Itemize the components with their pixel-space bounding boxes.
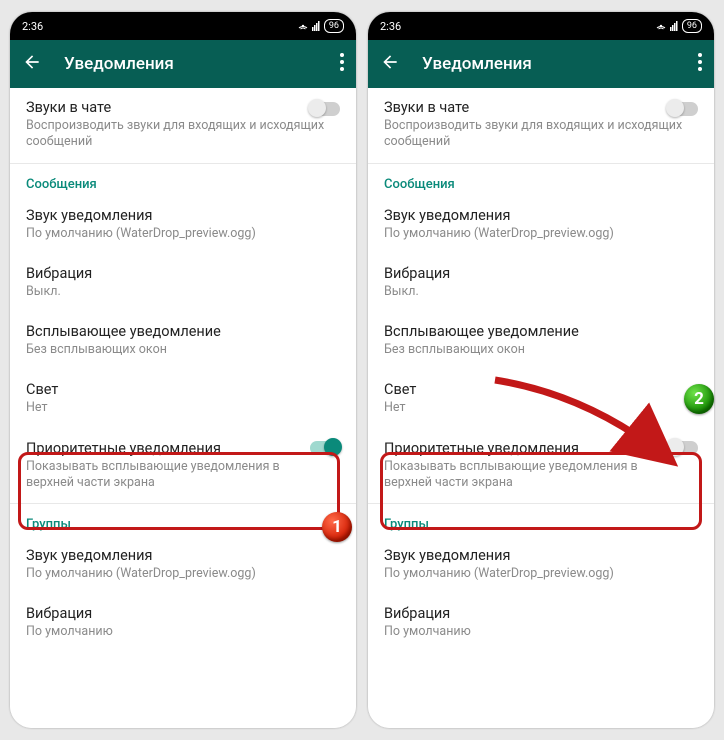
row-title: Всплывающее уведомление — [384, 323, 698, 340]
row-title: Приоритетные уведомления — [384, 440, 664, 457]
row-subtitle: Показывать всплывающие уведомления в вер… — [384, 459, 664, 492]
app-bar: Уведомления — [10, 40, 356, 88]
row-subtitle: Без всплывающих окон — [384, 342, 698, 358]
page-title: Уведомления — [422, 54, 676, 74]
row-popup[interactable]: Всплывающее уведомление Без всплывающих … — [368, 312, 714, 370]
row-light[interactable]: Свет Нет — [368, 370, 714, 428]
phone-left: 2:36 96 Уведомления Звуки в чате Воспрои… — [10, 12, 356, 728]
phone-right: 2:36 96 Уведомления Звуки в чате Воспрои… — [368, 12, 714, 728]
row-group-sound[interactable]: Звук уведомления По умолчанию (WaterDrop… — [368, 536, 714, 594]
badge-step-1: 1 — [322, 512, 352, 542]
clock: 2:36 — [22, 20, 43, 33]
status-icons: 96 — [656, 19, 702, 33]
row-title: Приоритетные уведомления — [26, 440, 306, 457]
toggle-chat-sounds[interactable] — [310, 102, 340, 116]
row-subtitle: По умолчанию — [26, 624, 340, 640]
toggle-priority[interactable] — [668, 441, 698, 455]
row-notification-sound[interactable]: Звук уведомления По умолчанию (WaterDrop… — [368, 196, 714, 254]
section-messages: Сообщения — [368, 164, 714, 196]
clock: 2:36 — [380, 20, 401, 33]
row-title: Вибрация — [26, 605, 340, 622]
row-priority[interactable]: Приоритетные уведомления Показывать вспл… — [368, 429, 714, 504]
row-group-vibration[interactable]: Вибрация По умолчанию — [368, 594, 714, 652]
row-subtitle: Нет — [26, 400, 340, 416]
row-subtitle: По умолчанию (WaterDrop_preview.ogg) — [384, 566, 698, 582]
status-bar: 2:36 96 — [368, 12, 714, 40]
battery-pill: 96 — [682, 19, 702, 33]
section-groups: Группы — [368, 504, 714, 536]
row-subtitle: Воспроизводить звуки для входящих и исхо… — [26, 118, 340, 151]
row-light[interactable]: Свет Нет — [10, 370, 356, 428]
page-title: Уведомления — [64, 54, 318, 74]
settings-list: Звуки в чате Воспроизводить звуки для вх… — [10, 88, 356, 728]
row-title: Звуки в чате — [26, 99, 340, 116]
overflow-icon[interactable] — [698, 53, 702, 75]
row-subtitle: Воспроизводить звуки для входящих и исхо… — [384, 118, 698, 151]
status-bar: 2:36 96 — [10, 12, 356, 40]
toggle-chat-sounds[interactable] — [668, 102, 698, 116]
row-popup[interactable]: Всплывающее уведомление Без всплывающих … — [10, 312, 356, 370]
row-vibration[interactable]: Вибрация Выкл. — [368, 254, 714, 312]
row-subtitle: По умолчанию (WaterDrop_preview.ogg) — [26, 226, 340, 242]
row-subtitle: Без всплывающих окон — [26, 342, 340, 358]
row-title: Звук уведомления — [26, 547, 340, 564]
app-bar: Уведомления — [368, 40, 714, 88]
row-title: Свет — [26, 381, 340, 398]
status-icons: 96 — [298, 19, 344, 33]
row-title: Звук уведомления — [26, 207, 340, 224]
row-chat-sounds[interactable]: Звуки в чате Воспроизводить звуки для вх… — [10, 88, 356, 163]
row-title: Свет — [384, 381, 698, 398]
back-icon[interactable] — [380, 52, 400, 76]
row-subtitle: Нет — [384, 400, 698, 416]
row-title: Звук уведомления — [384, 207, 698, 224]
row-subtitle: Выкл. — [26, 284, 340, 300]
row-chat-sounds[interactable]: Звуки в чате Воспроизводить звуки для вх… — [368, 88, 714, 163]
row-title: Вибрация — [384, 605, 698, 622]
row-title: Всплывающее уведомление — [26, 323, 340, 340]
row-title: Вибрация — [26, 265, 340, 282]
section-groups: Группы — [10, 504, 356, 536]
overflow-icon[interactable] — [340, 53, 344, 75]
row-title: Вибрация — [384, 265, 698, 282]
row-group-sound[interactable]: Звук уведомления По умолчанию (WaterDrop… — [10, 536, 356, 594]
row-subtitle: По умолчанию (WaterDrop_preview.ogg) — [26, 566, 340, 582]
row-subtitle: Выкл. — [384, 284, 698, 300]
row-notification-sound[interactable]: Звук уведомления По умолчанию (WaterDrop… — [10, 196, 356, 254]
row-vibration[interactable]: Вибрация Выкл. — [10, 254, 356, 312]
row-subtitle: Показывать всплывающие уведомления в вер… — [26, 459, 306, 492]
row-group-vibration[interactable]: Вибрация По умолчанию — [10, 594, 356, 652]
battery-pill: 96 — [324, 19, 344, 33]
row-title: Звуки в чате — [384, 99, 698, 116]
settings-list: Звуки в чате Воспроизводить звуки для вх… — [368, 88, 714, 728]
row-subtitle: По умолчанию (WaterDrop_preview.ogg) — [384, 226, 698, 242]
row-subtitle: По умолчанию — [384, 624, 698, 640]
row-title: Звук уведомления — [384, 547, 698, 564]
section-messages: Сообщения — [10, 164, 356, 196]
badge-step-2: 2 — [684, 384, 714, 414]
row-priority[interactable]: Приоритетные уведомления Показывать вспл… — [10, 429, 356, 504]
back-icon[interactable] — [22, 52, 42, 76]
toggle-priority[interactable] — [310, 441, 340, 455]
